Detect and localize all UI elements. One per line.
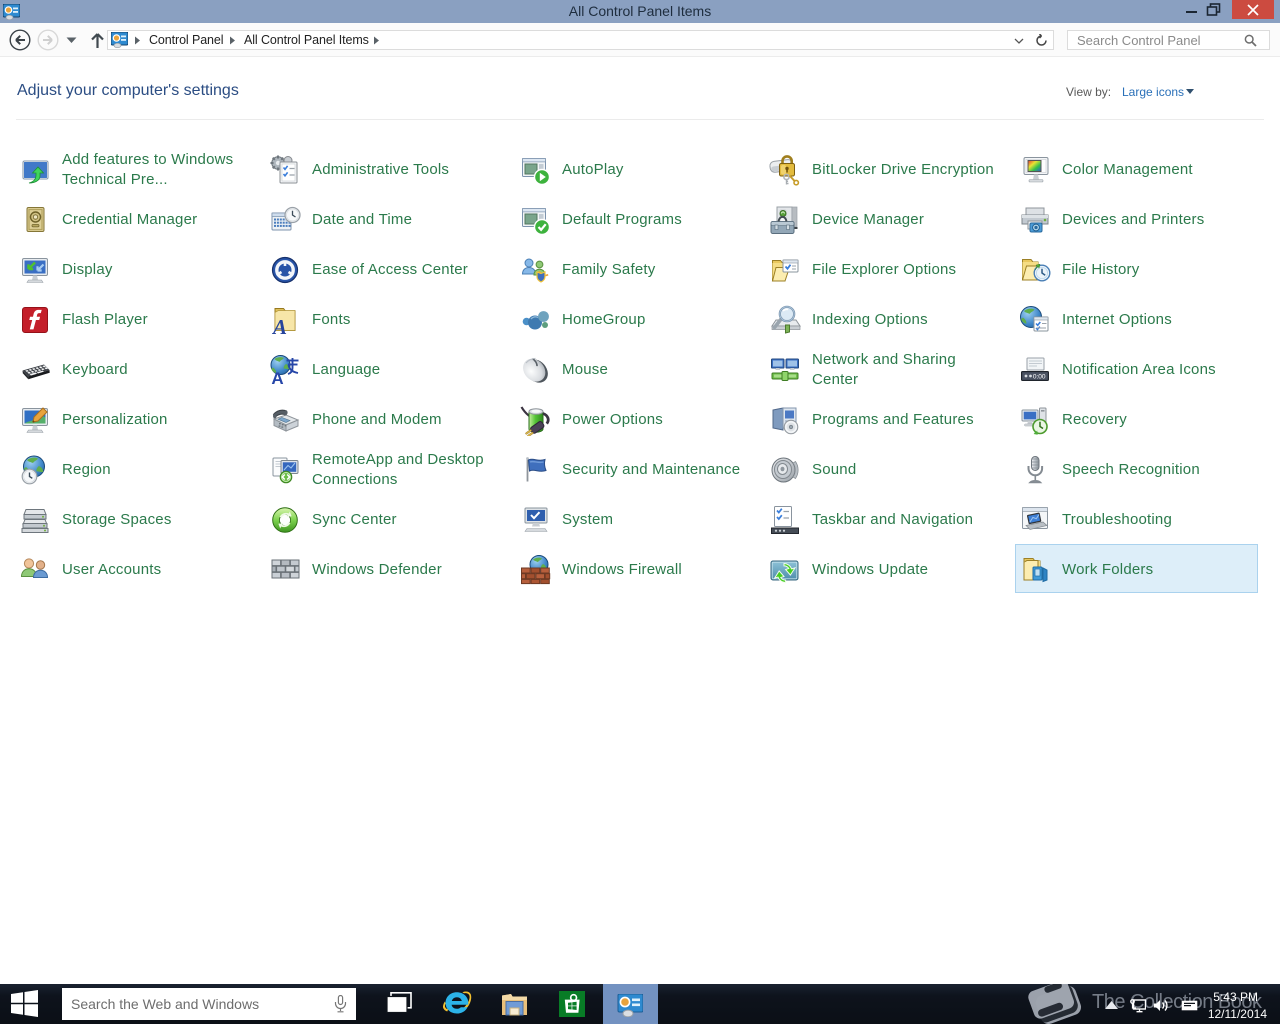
svg-text:A: A [271,369,283,386]
svg-text:0:00: 0:00 [1033,373,1046,380]
svg-text:A: A [271,315,287,336]
